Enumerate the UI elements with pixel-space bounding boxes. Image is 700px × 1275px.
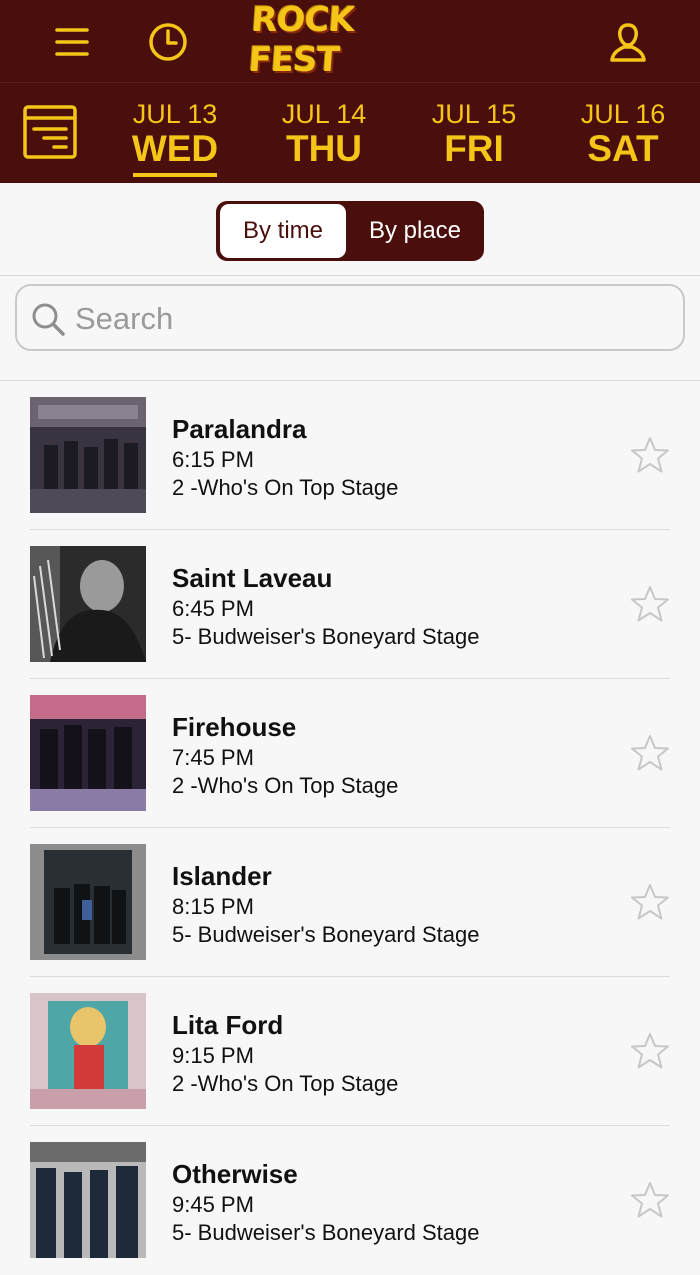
star-icon[interactable]: [630, 1031, 670, 1071]
star-icon[interactable]: [630, 584, 670, 624]
performance-time: 6:15 PM: [172, 447, 254, 472]
user-icon[interactable]: [606, 20, 650, 64]
date-tab-month-day: JUL 13: [132, 99, 218, 129]
by-time-button[interactable]: By time: [220, 204, 346, 258]
band-photo: [30, 695, 146, 811]
performance-time: 9:15 PM: [172, 1043, 254, 1068]
band-name: Paralandra: [172, 414, 307, 444]
date-tab-weekday: THU: [285, 128, 363, 169]
performance-time: 8:15 PM: [172, 894, 254, 919]
performance-row-firehouse[interactable]: Firehouse 7:45 PM 2 -Who's On Top Stage: [0, 679, 700, 828]
band-name: Lita Ford: [172, 1010, 284, 1040]
star-icon[interactable]: [630, 733, 670, 773]
date-tab-month-day: JUL 15: [431, 99, 517, 129]
star-icon[interactable]: [630, 435, 670, 475]
date-tab-weekday: SAT: [587, 128, 659, 169]
performance-row-islander[interactable]: Islander 8:15 PM 5- Budweiser's Boneyard…: [0, 828, 700, 977]
date-selector: JUL 13 WED JUL 14 THU JUL 15 FRI JUL 16 …: [0, 82, 700, 184]
band-name: Firehouse: [172, 712, 297, 742]
band-name: Saint Laveau: [172, 563, 333, 593]
stage-name: 2 -Who's On Top Stage: [172, 475, 399, 500]
clock-icon[interactable]: [146, 20, 190, 64]
performance-list: Paralandra 6:15 PM 2 -Who's On Top Stage…: [0, 381, 700, 1275]
performance-time: 9:45 PM: [172, 1192, 254, 1217]
performance-time: 6:45 PM: [172, 596, 254, 621]
date-tab-weekday: FRI: [444, 128, 504, 169]
performance-row-otherwise[interactable]: Otherwise 9:45 PM 5- Budweiser's Boneyar…: [0, 1126, 700, 1275]
performance-row-saint-laveau[interactable]: Saint Laveau 6:45 PM 5- Budweiser's Bone…: [0, 530, 700, 679]
stage-name: 2 -Who's On Top Stage: [172, 773, 399, 798]
view-toggle-area: By time By place: [0, 183, 700, 276]
performance-time: 7:45 PM: [172, 745, 254, 770]
search-icon: [31, 302, 67, 338]
date-tab-month-day: JUL 14: [281, 99, 367, 129]
date-tab-jul-14[interactable]: JUL 14 THU: [264, 99, 384, 169]
stage-name: 5- Budweiser's Boneyard Stage: [172, 1220, 480, 1245]
date-tab-jul-15[interactable]: JUL 15 FRI: [414, 99, 534, 169]
date-tab-jul-16[interactable]: JUL 16 SAT: [563, 99, 683, 169]
band-photo: [30, 546, 146, 662]
top-bar: ROCK FEST: [0, 0, 700, 82]
search-bar: [15, 284, 685, 351]
hamburger-icon[interactable]: [50, 20, 94, 64]
band-name: Otherwise: [172, 1159, 298, 1189]
stage-name: 5- Budweiser's Boneyard Stage: [172, 624, 480, 649]
band-photo: [30, 1142, 146, 1258]
band-photo: [30, 993, 146, 1109]
rock-fest-logo: ROCK FEST: [247, 0, 356, 80]
view-toggle: By time By place: [216, 201, 484, 261]
band-photo: [30, 397, 146, 513]
search-input[interactable]: [73, 296, 667, 342]
date-tab-month-day: JUL 16: [580, 99, 666, 129]
band-name: Islander: [172, 861, 272, 891]
performance-row-paralandra[interactable]: Paralandra 6:15 PM 2 -Who's On Top Stage: [0, 381, 700, 530]
star-icon[interactable]: [630, 882, 670, 922]
schedule-filter-icon[interactable]: [22, 103, 78, 161]
by-place-button[interactable]: By place: [352, 204, 478, 258]
stage-name: 2 -Who's On Top Stage: [172, 1071, 399, 1096]
band-photo: [30, 844, 146, 960]
stage-name: 5- Budweiser's Boneyard Stage: [172, 922, 480, 947]
performance-row-lita-ford[interactable]: Lita Ford 9:15 PM 2 -Who's On Top Stage: [0, 977, 700, 1126]
date-tab-jul-13[interactable]: JUL 13 WED: [115, 99, 235, 177]
date-tab-weekday: WED: [131, 128, 219, 169]
star-icon[interactable]: [630, 1180, 670, 1220]
